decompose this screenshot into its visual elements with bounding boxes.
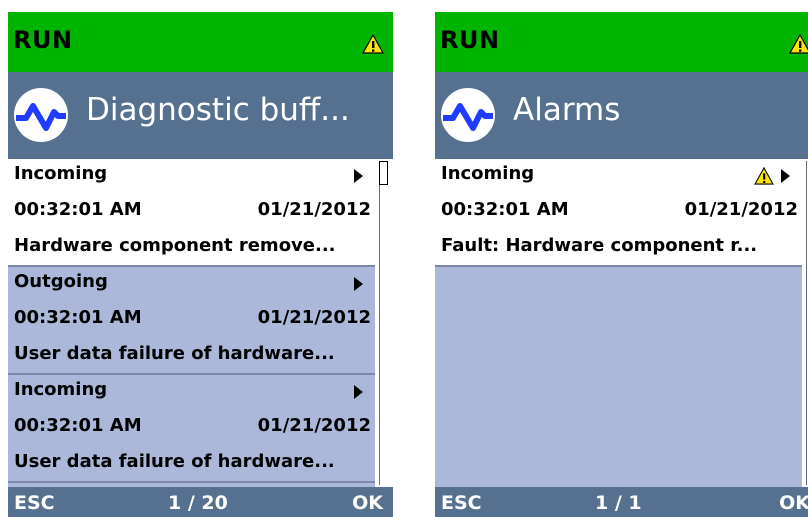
entry-message: User data failure of hardware... <box>14 343 335 364</box>
entry-time: 00:32:01 AM <box>14 307 142 328</box>
title-bar: Diagnostic buff... <box>8 72 393 159</box>
ok-button[interactable]: OK <box>352 492 383 514</box>
scrollbar-line <box>806 161 807 485</box>
list-item[interactable]: Incoming 00:32:01 AM 01/21/2012 Hardware… <box>8 159 375 267</box>
play-arrow-icon <box>354 277 363 291</box>
status-text: RUN <box>440 26 500 54</box>
play-arrow-icon <box>354 169 363 183</box>
status-text: RUN <box>13 26 73 54</box>
page-title: Alarms <box>513 92 621 128</box>
entry-time: 00:32:01 AM <box>441 199 569 220</box>
diagnostic-buffer-screen: RUN Diagnostic buff... Incoming 00:32:01… <box>8 12 393 517</box>
status-bar: RUN <box>435 12 808 72</box>
list-item[interactable]: Incoming 00:32:01 AM 01/21/2012 Fault: H… <box>435 159 802 267</box>
entry-direction: Incoming <box>441 163 535 184</box>
pulse-wave-icon <box>14 88 68 142</box>
entry-date: 01/21/2012 <box>684 199 798 220</box>
warning-icon <box>789 34 808 54</box>
page-title: Diagnostic buff... <box>86 92 350 128</box>
entry-date: 01/21/2012 <box>257 415 371 436</box>
entry-message: Fault: Hardware component r... <box>441 235 758 256</box>
alarm-list: Incoming 00:32:01 AM 01/21/2012 Fault: H… <box>435 159 802 487</box>
footer-bar: ESC 1 / 20 OK <box>8 487 393 517</box>
warning-icon <box>754 167 774 185</box>
page-indicator: 1 / 1 <box>595 492 642 514</box>
scrollbar[interactable] <box>802 159 808 487</box>
entry-list: Incoming 00:32:01 AM 01/21/2012 Hardware… <box>8 159 375 487</box>
scrollbar[interactable] <box>375 159 393 487</box>
pulse-wave-icon <box>441 88 495 142</box>
warning-icon <box>362 34 384 54</box>
entry-time: 00:32:01 AM <box>14 415 142 436</box>
entry-message: Hardware component remove... <box>14 235 336 256</box>
scrollbar-line <box>379 185 380 485</box>
esc-button[interactable]: ESC <box>14 492 55 514</box>
play-arrow-icon <box>781 169 790 183</box>
play-arrow-icon <box>354 385 363 399</box>
ok-button[interactable]: OK <box>779 492 808 514</box>
esc-button[interactable]: ESC <box>441 492 482 514</box>
list-item[interactable]: Incoming 00:32:01 AM 01/21/2012 User dat… <box>8 375 375 483</box>
scrollbar-thumb[interactable] <box>379 161 388 185</box>
entry-direction: Outgoing <box>14 271 108 292</box>
title-bar: Alarms <box>435 72 808 159</box>
page-indicator: 1 / 20 <box>168 492 228 514</box>
footer-bar: ESC 1 / 1 OK <box>435 487 808 517</box>
list-item[interactable]: Outgoing 00:32:01 AM 01/21/2012 User dat… <box>8 267 375 375</box>
entry-direction: Incoming <box>14 163 108 184</box>
entry-message: User data failure of hardware... <box>14 451 335 472</box>
alarms-screen: RUN Alarms Incoming 00:32:01 AM 01/21/20… <box>435 12 808 517</box>
status-bar: RUN <box>8 12 393 72</box>
entry-direction: Incoming <box>14 379 108 400</box>
entry-date: 01/21/2012 <box>257 307 371 328</box>
entry-time: 00:32:01 AM <box>14 199 142 220</box>
entry-date: 01/21/2012 <box>257 199 371 220</box>
